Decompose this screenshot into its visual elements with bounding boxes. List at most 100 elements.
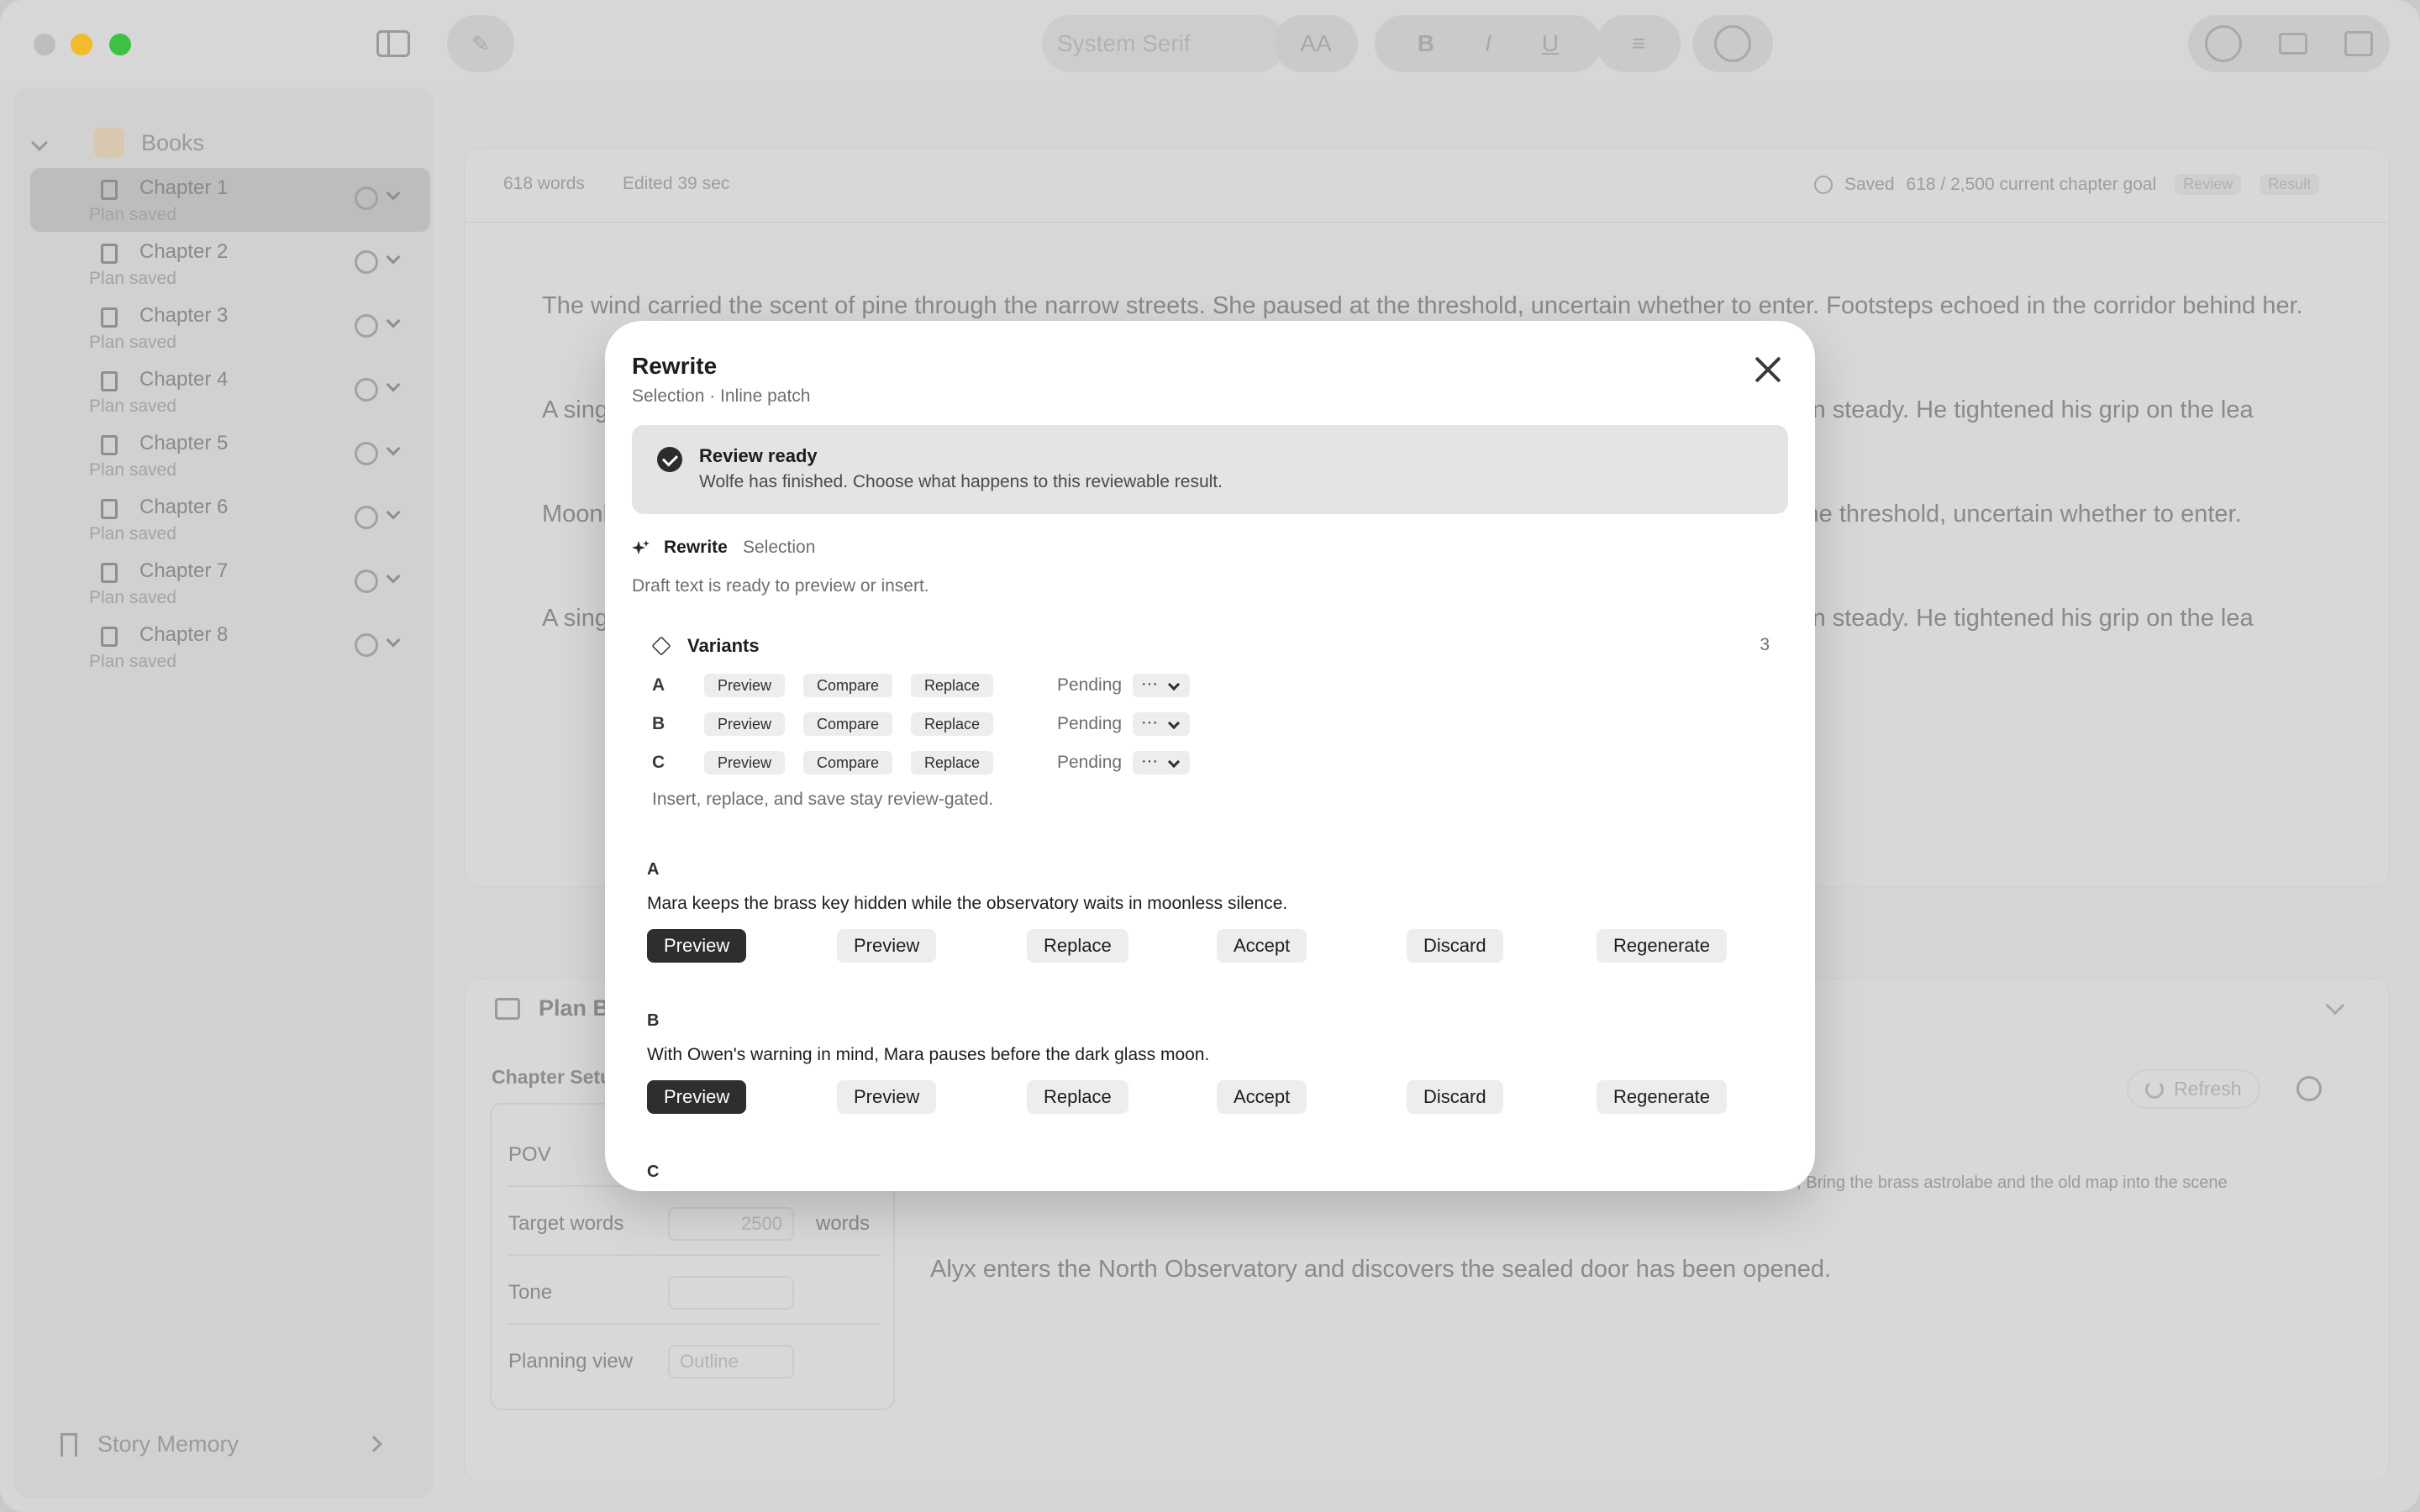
variant-compare-button[interactable]: Compare: [803, 751, 893, 774]
preview-button[interactable]: Preview: [647, 929, 747, 963]
regenerate-button[interactable]: Regenerate: [1597, 929, 1727, 963]
bookmark-icon: [60, 1432, 77, 1457]
close-icon[interactable]: [1751, 353, 1785, 386]
chevron-down-icon[interactable]: [31, 134, 48, 151]
align-menu-button[interactable]: ≡: [1597, 15, 1681, 72]
variant-preview-button[interactable]: Preview: [704, 751, 786, 774]
target-words-row: Target words 2500 words: [508, 1207, 880, 1256]
banner-description: Wolfe has finished. Choose what happens …: [699, 472, 1223, 491]
tone-label: Tone: [508, 1281, 553, 1304]
chevron-down-icon[interactable]: [2325, 995, 2345, 1016]
pen-icon: ✎: [471, 30, 490, 56]
variant-compare-button[interactable]: Compare: [803, 712, 893, 736]
variant-compare-button[interactable]: Compare: [803, 674, 893, 697]
accept-button[interactable]: Accept: [1217, 1080, 1307, 1114]
result-chip[interactable]: Result: [2260, 174, 2320, 195]
preview-button[interactable]: Preview: [647, 1080, 747, 1114]
chevron-down-icon[interactable]: [386, 313, 401, 328]
variant-menu-button[interactable]: ···: [1133, 712, 1190, 736]
app-menu-button[interactable]: ✎: [447, 15, 514, 72]
variant-replace-button[interactable]: Replace: [911, 712, 994, 736]
chevron-down-icon[interactable]: [386, 186, 401, 201]
discard-button[interactable]: Discard: [1407, 929, 1503, 963]
more-menu-button[interactable]: [1692, 15, 1773, 72]
sidebar-item-chapter-8[interactable]: Chapter 8 Plan saved: [30, 615, 430, 679]
sidebar-item-chapter-2[interactable]: Chapter 2 Plan saved: [30, 232, 430, 296]
close-window-button[interactable]: [34, 34, 55, 55]
books-section-header[interactable]: Books: [31, 128, 205, 158]
review-chip[interactable]: Review: [2175, 174, 2242, 195]
result-text: With Owen's warning in mind, Mara pauses…: [647, 1045, 1210, 1064]
discard-button[interactable]: Discard: [1407, 1080, 1503, 1114]
sidebar-item-chapter-1[interactable]: Chapter 1 Plan saved: [30, 168, 430, 232]
variant-replace-button[interactable]: Replace: [911, 674, 994, 697]
font-family-field[interactable]: System Serif: [1042, 15, 1286, 72]
chevron-down-icon[interactable]: [386, 249, 401, 265]
accept-button[interactable]: Accept: [1217, 929, 1307, 963]
rewrite-dialog: Rewrite Selection · Inline patch Review …: [605, 321, 1815, 1191]
more-icon[interactable]: [355, 186, 378, 210]
preview-icon[interactable]: [2279, 33, 2307, 55]
variant-replace-button[interactable]: Replace: [911, 751, 994, 774]
variant-preview-button[interactable]: Preview: [704, 712, 786, 736]
variant-status: Pending: [1057, 714, 1123, 733]
variant-preview-button[interactable]: Preview: [704, 674, 786, 697]
story-memory-button[interactable]: Story Memory: [60, 1431, 239, 1457]
chapter-title: Chapter 6: [139, 496, 229, 518]
books-section-title: Books: [141, 129, 205, 155]
result-letter: C: [647, 1163, 660, 1181]
sidebar-toggle-icon[interactable]: [376, 30, 410, 57]
info-icon[interactable]: [2205, 25, 2242, 62]
more-icon[interactable]: [355, 506, 378, 529]
review-ready-banner: Review ready Wolfe has finished. Choose …: [632, 425, 1788, 514]
book-icon: [101, 499, 118, 519]
more-icon[interactable]: [355, 378, 378, 402]
more-icon[interactable]: [355, 442, 378, 465]
comments-icon[interactable]: [2344, 31, 2373, 56]
planning-view-label: Planning view: [508, 1350, 634, 1373]
replace-button[interactable]: Replace: [1027, 1080, 1128, 1114]
sidebar-item-chapter-4[interactable]: Chapter 4 Plan saved: [30, 360, 430, 423]
refresh-button[interactable]: Refresh: [2127, 1069, 2260, 1109]
draft-note: Draft text is ready to preview or insert…: [632, 576, 929, 596]
bold-button[interactable]: B: [1418, 30, 1434, 57]
underline-button[interactable]: U: [1542, 30, 1559, 57]
chevron-down-icon[interactable]: [386, 441, 401, 456]
preview-secondary-button[interactable]: Preview: [837, 929, 937, 963]
replace-button[interactable]: Replace: [1027, 929, 1128, 963]
more-icon[interactable]: [355, 570, 378, 593]
more-icon[interactable]: [355, 250, 378, 274]
preview-secondary-button[interactable]: Preview: [837, 1080, 937, 1114]
sidebar-item-chapter-5[interactable]: Chapter 5 Plan saved: [30, 423, 430, 487]
verified-badge-icon: [657, 447, 682, 472]
font-size-button[interactable]: AA: [1274, 15, 1358, 72]
more-icon[interactable]: [355, 633, 378, 657]
book-icon: [101, 563, 118, 583]
saved-label: Saved: [1844, 174, 1895, 194]
chevron-down-icon[interactable]: [386, 505, 401, 520]
minimize-window-button[interactable]: [71, 34, 92, 55]
variant-letter: C: [652, 753, 666, 772]
dialog-title: Rewrite: [632, 353, 718, 379]
tone-row: Tone: [508, 1276, 880, 1325]
tone-select[interactable]: [668, 1276, 794, 1310]
variant-menu-button[interactable]: ···: [1133, 674, 1190, 697]
target-words-input[interactable]: 2500: [668, 1207, 794, 1241]
planning-view-select[interactable]: Outline: [668, 1345, 794, 1378]
regenerate-button[interactable]: Regenerate: [1597, 1080, 1727, 1114]
refresh-icon: [2145, 1079, 2164, 1099]
chevron-down-icon[interactable]: [386, 377, 401, 392]
variant-menu-button[interactable]: ···: [1133, 751, 1190, 774]
sidebar-item-chapter-7[interactable]: Chapter 7 Plan saved: [30, 551, 430, 615]
zoom-window-button[interactable]: [109, 34, 131, 55]
text-style-group: B I U: [1375, 15, 1602, 72]
chevron-right-icon[interactable]: [366, 1436, 382, 1452]
italic-button[interactable]: I: [1485, 30, 1491, 57]
book-icon: [101, 435, 118, 455]
more-icon[interactable]: [2296, 1076, 2322, 1101]
chevron-down-icon[interactable]: [386, 633, 401, 648]
sidebar-item-chapter-3[interactable]: Chapter 3 Plan saved: [30, 296, 430, 360]
more-icon[interactable]: [355, 314, 378, 338]
sidebar-item-chapter-6[interactable]: Chapter 6 Plan saved: [30, 487, 430, 551]
chevron-down-icon[interactable]: [386, 569, 401, 584]
